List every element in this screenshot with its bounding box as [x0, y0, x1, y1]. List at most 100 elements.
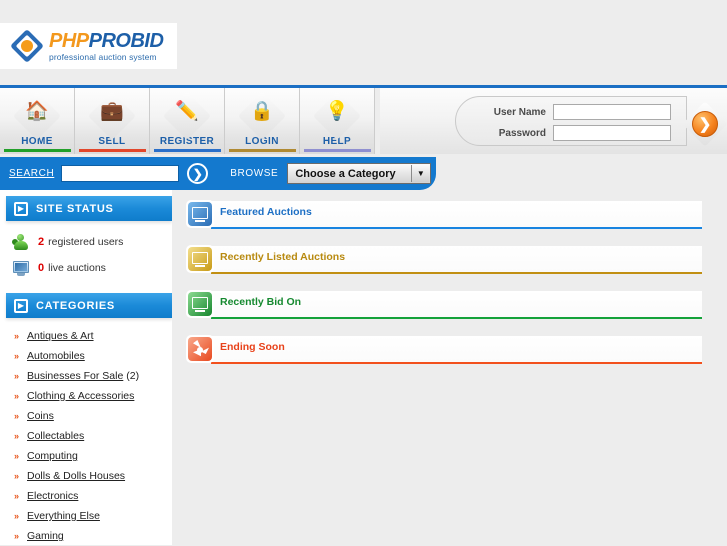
nav-tab-underline — [4, 149, 71, 152]
category-link[interactable]: Businesses For Sale — [27, 370, 123, 382]
logo-tagline: professional auction system — [49, 53, 163, 62]
site-logo[interactable]: PHPPROBID professional auction system — [0, 23, 177, 69]
search-input[interactable] — [61, 165, 179, 182]
category-item[interactable]: »Antiques & Art — [14, 326, 172, 346]
status-item: 0 live auctions — [12, 257, 172, 279]
section-title: Ending Soon — [220, 341, 285, 353]
section-title: Recently Listed Auctions — [220, 251, 345, 263]
status-count: 2 — [38, 236, 44, 248]
category-link[interactable]: Clothing & Accessories — [27, 390, 134, 402]
username-label: User Name — [484, 107, 546, 118]
login-area: User Name Password ❯ — [380, 88, 727, 154]
padlock-icon: 🔒 — [240, 93, 284, 129]
site-status-list: 2 registered users 0 live auctions — [0, 231, 172, 279]
status-item: 2 registered users — [12, 231, 172, 253]
category-link[interactable]: Gaming — [27, 530, 64, 542]
monitor-icon — [12, 259, 30, 277]
diamond-logo-icon — [12, 31, 42, 61]
section-rule — [211, 272, 702, 274]
category-link[interactable]: Dolls & Dolls Houses — [27, 470, 125, 482]
bullet-arrow-icon: » — [14, 331, 27, 341]
nav-tab-login[interactable]: 🔒LOGIN — [225, 88, 300, 154]
logo-part2: PROBID — [89, 30, 164, 52]
category-link[interactable]: Antiques & Art — [27, 330, 94, 342]
search-bar: SEARCH ❯ BROWSE Choose a Category ▼ — [0, 157, 436, 190]
category-link[interactable]: Electronics — [27, 490, 78, 502]
monitor-bid-icon — [186, 290, 214, 318]
play-square-icon: ▶ — [14, 202, 28, 216]
section-rule — [211, 227, 702, 229]
category-item[interactable]: »Collectables — [14, 426, 172, 446]
bullet-arrow-icon: » — [14, 391, 27, 401]
nav-tab-underline — [154, 149, 221, 152]
category-link[interactable]: Automobiles — [27, 350, 85, 362]
category-item[interactable]: »Businesses For Sale(2) — [14, 366, 172, 386]
nav-tab-underline — [304, 149, 371, 152]
nav-tab-sell[interactable]: 💼SELL — [75, 88, 150, 154]
monitor-featured-icon — [186, 200, 214, 228]
username-input[interactable] — [553, 104, 671, 120]
category-count: (2) — [126, 370, 139, 382]
category-item[interactable]: »Coins — [14, 406, 172, 426]
section-title: Recently Bid On — [220, 296, 301, 308]
content-section: Featured Auctions — [186, 201, 702, 229]
lightbulb-icon: 💡 — [315, 93, 359, 129]
bullet-arrow-icon: » — [14, 411, 27, 421]
main-navigation: User Name Password ❯ 🏠HOME💼SELL✏️REGISTE… — [0, 85, 727, 157]
categories-title: CATEGORIES — [36, 300, 115, 312]
bullet-arrow-icon: » — [14, 431, 27, 441]
category-link[interactable]: Everything Else — [27, 510, 100, 522]
user-icon — [12, 233, 30, 251]
content-section: Recently Listed Auctions — [186, 246, 702, 274]
logo-wordmark: PHPPROBID — [49, 31, 163, 51]
password-input[interactable] — [553, 125, 671, 141]
password-label: Password — [484, 128, 546, 139]
category-link[interactable]: Computing — [27, 450, 78, 462]
bullet-arrow-icon: » — [14, 351, 27, 361]
category-item[interactable]: »Dolls & Dolls Houses — [14, 466, 172, 486]
bullet-arrow-icon: » — [14, 451, 27, 461]
category-list: »Antiques & Art»Automobiles»Businesses F… — [0, 326, 172, 546]
pencil-icon: ✏️ — [165, 93, 209, 129]
house-icon: 🏠 — [15, 93, 59, 129]
search-label[interactable]: SEARCH — [9, 168, 54, 179]
status-text: registered users — [48, 236, 123, 248]
briefcase-icon: 💼 — [90, 93, 134, 129]
monitor-listed-icon — [186, 245, 214, 273]
category-item[interactable]: »Gaming — [14, 526, 172, 546]
play-square-icon: ▶ — [14, 299, 28, 313]
category-item[interactable]: »Electronics — [14, 486, 172, 506]
category-item[interactable]: »Clothing & Accessories — [14, 386, 172, 406]
status-text: live auctions — [48, 262, 106, 274]
nav-tab-home[interactable]: 🏠HOME — [0, 88, 75, 154]
nav-tab-register[interactable]: ✏️REGISTER — [150, 88, 225, 154]
login-pod: User Name Password — [455, 96, 687, 146]
search-submit-button[interactable]: ❯ — [187, 163, 208, 184]
section-rule — [211, 362, 702, 364]
category-item[interactable]: »Everything Else — [14, 506, 172, 526]
section-rule — [211, 317, 702, 319]
category-link[interactable]: Coins — [27, 410, 54, 422]
site-status-title: SITE STATUS — [36, 203, 114, 215]
category-select-value: Choose a Category — [295, 168, 395, 180]
bullet-arrow-icon: » — [14, 511, 27, 521]
section-title: Featured Auctions — [220, 206, 312, 218]
bullet-arrow-icon: » — [14, 531, 27, 541]
category-link[interactable]: Collectables — [27, 430, 84, 442]
content-section: Ending Soon — [186, 336, 702, 364]
nav-tab-underline — [229, 149, 296, 152]
radiation-ending-icon — [186, 335, 214, 363]
nav-tab-help[interactable]: 💡HELP — [300, 88, 375, 154]
login-submit-button[interactable]: ❯ — [685, 104, 725, 144]
category-select[interactable]: Choose a Category ▼ — [287, 163, 431, 184]
category-item[interactable]: »Automobiles — [14, 346, 172, 366]
logo-part1: PHP — [49, 30, 89, 52]
status-count: 0 — [38, 262, 44, 274]
category-item[interactable]: »Computing — [14, 446, 172, 466]
content-section: Recently Bid On — [186, 291, 702, 319]
chevron-down-icon: ▼ — [411, 165, 429, 182]
main-content: Featured Auctions Recently Listed Auction… — [172, 190, 727, 545]
categories-header: ▶ CATEGORIES — [6, 293, 172, 318]
nav-tab-list: 🏠HOME💼SELL✏️REGISTER🔒LOGIN💡HELP — [0, 88, 375, 154]
site-status-header: ▶ SITE STATUS — [6, 196, 172, 221]
